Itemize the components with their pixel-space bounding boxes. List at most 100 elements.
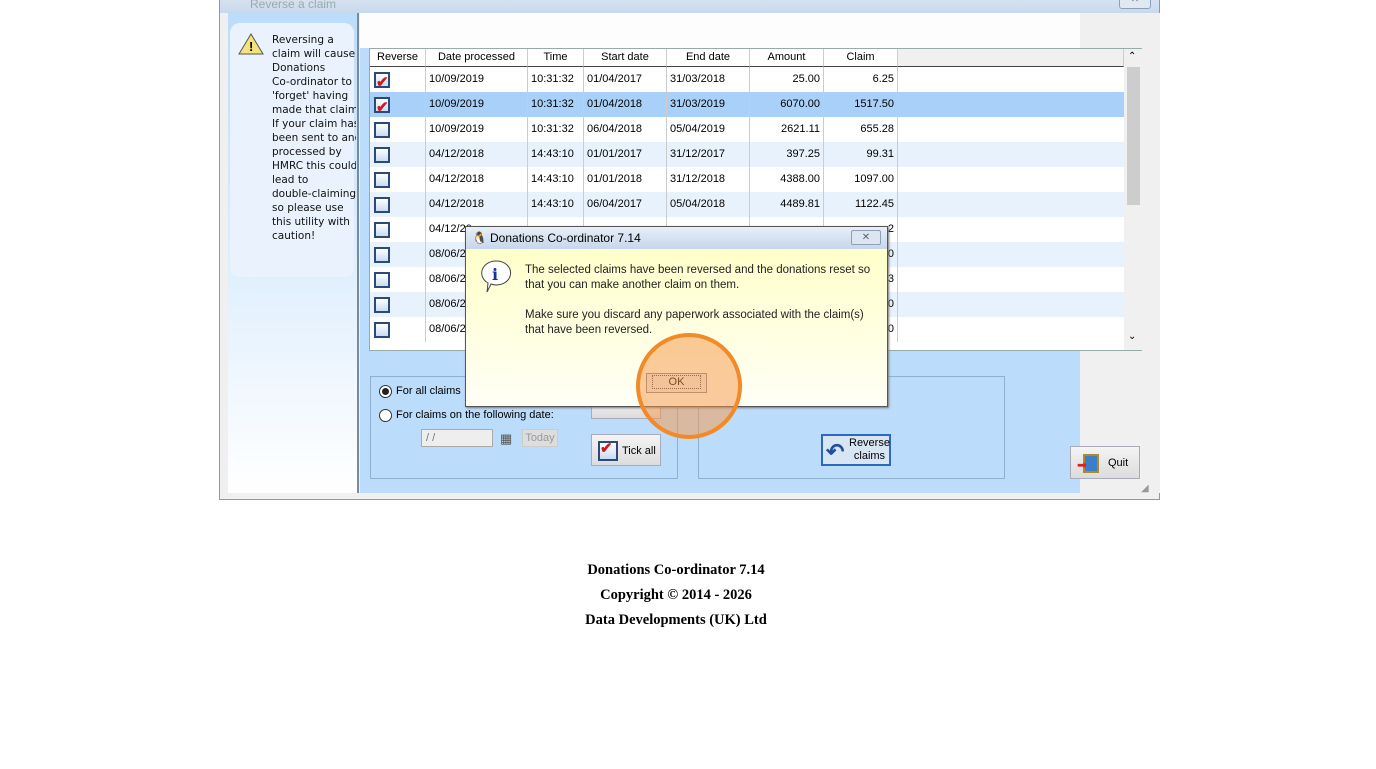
amount-cell: 4489.81 — [750, 192, 824, 217]
reverse-cell — [370, 142, 426, 167]
reverse-checkbox[interactable] — [374, 70, 390, 92]
reverse-checkbox[interactable] — [374, 322, 390, 338]
reverse-cell — [370, 117, 426, 142]
date-cell: 10/09/2019 — [426, 92, 528, 117]
claim-cell: 99.31 — [824, 142, 898, 167]
click-highlight — [636, 333, 742, 439]
claim-cell: 655.28 — [824, 117, 898, 142]
exit-door-icon: ➡ — [1077, 454, 1099, 473]
radio-on-date[interactable] — [379, 409, 392, 422]
radio-on-date-label: For claims on the following date: — [396, 409, 554, 421]
reverse-checkbox[interactable] — [374, 222, 390, 238]
dialog-close-button[interactable]: ✕ — [851, 230, 881, 245]
calendar-icon[interactable]: ▦ — [500, 431, 512, 447]
date-input[interactable]: / / — [421, 429, 493, 447]
dialog-message: The selected claims have been reversed a… — [525, 263, 875, 338]
table-row[interactable]: 04/12/2018 14:43:10 01/01/2018 31/12/2018 43… — [370, 167, 1124, 192]
footer-product: Donations Co-ordinator 7.14 — [587, 562, 765, 578]
start-cell: 06/04/2018 — [584, 117, 667, 142]
table-row[interactable]: 10/09/2019 10:31:32 06/04/2018 05/04/2019 26… — [370, 117, 1124, 142]
amount-cell: 2621.11 — [750, 117, 824, 142]
start-cell: 01/01/2017 — [584, 142, 667, 167]
reverse-checkbox[interactable] — [374, 297, 390, 313]
claim-cell: 1122.45 — [824, 192, 898, 217]
column-header[interactable]: Amount — [750, 49, 824, 67]
date-cell: 04/12/2018 — [426, 167, 528, 192]
date-cell: 10/09/2019 — [426, 67, 528, 92]
radio-all-claims[interactable] — [379, 385, 392, 398]
reverse-checkbox[interactable] — [374, 197, 390, 213]
reverse-cell — [370, 167, 426, 192]
reverse-cell — [370, 317, 426, 342]
table-row[interactable]: 04/12/2018 14:43:10 01/01/2017 31/12/2017 39… — [370, 142, 1124, 167]
reverse-checkbox[interactable] — [374, 122, 390, 138]
undo-arrow-icon: ↶ — [826, 439, 845, 464]
column-header[interactable]: Date processed — [426, 49, 528, 67]
table-row[interactable]: 10/09/201910:31:3201/04/201831/03/201960… — [370, 92, 1124, 117]
warning-box: ! Reversing a claim will cause Donations… — [230, 23, 356, 277]
amount-cell: 4388.00 — [750, 167, 824, 192]
resize-grip-icon[interactable]: ◢ — [1141, 483, 1149, 494]
info-panel: ! Reversing a claim will cause Donations… — [228, 13, 359, 493]
table-row[interactable]: 10/09/201910:31:3201/04/201731/03/201825… — [370, 67, 1124, 92]
reverse-checkbox[interactable] — [374, 95, 390, 117]
scroll-up-icon[interactable]: ⌃ — [1128, 51, 1136, 62]
table-row[interactable]: 04/12/2018 14:43:10 06/04/2017 05/04/2018 44… — [370, 192, 1124, 217]
column-header[interactable]: End date — [667, 49, 750, 67]
window-title: Reverse a claim — [220, 0, 1159, 13]
claim-cell: 1517.50 — [824, 92, 898, 117]
reverse-claims-label: Reverse claims — [849, 437, 890, 462]
start-cell: 06/04/2017 — [584, 192, 667, 217]
dialog-title: Donations Co-ordinator 7.14 — [466, 227, 887, 249]
column-header[interactable]: Reverse — [370, 49, 426, 67]
svg-text:!: ! — [249, 39, 253, 54]
warning-text: Reversing a claim will cause Donations C… — [272, 34, 356, 242]
reverse-checkbox[interactable] — [374, 247, 390, 263]
footer-copyright: Copyright © 2014 - 2026 — [600, 587, 752, 603]
reverse-cell — [370, 292, 426, 317]
date-cell: 04/12/2018 — [426, 142, 528, 167]
time-cell: 14:43:10 — [528, 192, 584, 217]
info-icon: i — [481, 260, 512, 293]
scroll-thumb[interactable] — [1127, 67, 1140, 205]
end-cell: 31/12/2017 — [667, 142, 750, 167]
amount-cell: 397.25 — [750, 142, 824, 167]
reverse-checkbox[interactable] — [374, 272, 390, 288]
end-cell: 31/12/2018 — [667, 167, 750, 192]
reverse-cell — [370, 192, 426, 217]
app-icon: 🐧 — [472, 231, 487, 245]
time-cell: 10:31:32 — [528, 67, 584, 92]
claim-cell: 6.25 — [824, 67, 898, 92]
tick-all-icon — [598, 439, 618, 461]
scroll-down-icon[interactable]: ⌄ — [1128, 331, 1136, 342]
end-cell: 05/04/2018 — [667, 192, 750, 217]
quit-label: Quit — [1108, 457, 1129, 469]
tick-all-button[interactable]: Tick all — [591, 434, 661, 466]
reverse-cell — [370, 242, 426, 267]
window-close-button[interactable]: ✕ — [1119, 0, 1151, 9]
vertical-scrollbar[interactable]: ⌃ ⌄ — [1124, 49, 1142, 350]
time-cell: 14:43:10 — [528, 167, 584, 192]
reverse-cell — [370, 267, 426, 292]
warning-icon: ! — [238, 33, 264, 55]
column-header[interactable]: Time — [528, 49, 584, 67]
start-cell: 01/04/2017 — [584, 67, 667, 92]
amount-cell: 25.00 — [750, 67, 824, 92]
time-cell: 10:31:32 — [528, 117, 584, 142]
end-cell: 31/03/2019 — [667, 92, 750, 117]
radio-all-claims-label: For all claims — [396, 385, 461, 397]
reverse-claims-button[interactable]: ↶ Reverse claims — [821, 434, 891, 466]
reverse-checkbox[interactable] — [374, 172, 390, 188]
dialog-message-1: The selected claims have been reversed a… — [525, 264, 871, 291]
quit-button[interactable]: ➡ Quit — [1070, 446, 1140, 479]
end-cell: 05/04/2019 — [667, 117, 750, 142]
header-filler — [898, 49, 1124, 67]
column-header[interactable]: Claim — [824, 49, 898, 67]
footer-company: Data Developments (UK) Ltd — [585, 612, 767, 628]
today-button[interactable]: Today — [522, 429, 558, 447]
column-header[interactable]: Start date — [584, 49, 667, 67]
reverse-checkbox[interactable] — [374, 147, 390, 163]
reverse-cell — [370, 92, 426, 117]
tick-all-label: Tick all — [622, 445, 656, 457]
time-cell: 10:31:32 — [528, 92, 584, 117]
